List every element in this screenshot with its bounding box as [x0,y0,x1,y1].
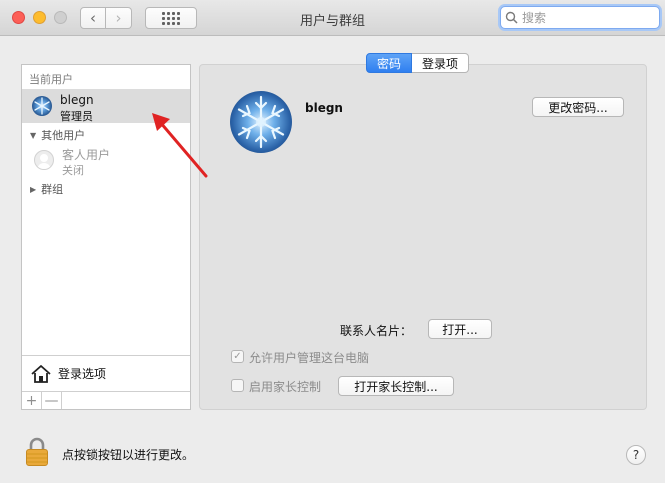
guest-user-name[interactable]: 客人用户 [62,146,110,163]
disclosure-down-icon: ▼ [30,130,37,140]
current-users-header: 当前用户 [29,73,73,86]
help-button[interactable]: ? [626,445,646,465]
add-remove-bar: + — [22,391,190,409]
user-full-name: blegn [305,101,343,115]
add-user-button[interactable]: + [22,392,42,409]
guest-avatar-icon [34,150,54,170]
login-options-item[interactable]: 登录选项 [22,355,190,391]
allow-admin-label: 允许用户管理这台电脑 [249,351,370,365]
search-field[interactable] [500,6,660,29]
current-user-role: 管理员 [60,110,93,123]
lock-instruction-text: 点按锁按钮以进行更改。 [62,448,195,462]
guest-user-status: 关闭 [62,164,84,177]
groups-header[interactable]: ▶ 群组 [30,181,63,197]
change-password-button[interactable]: 更改密码... [532,97,624,117]
tab-bar: 密码 登录项 [366,53,470,73]
login-options-label: 登录选项 [58,367,107,381]
user-picture-icon[interactable] [230,91,292,153]
title-bar: ‹ › 用户与群组 [0,0,665,36]
disclosure-right-icon: ▶ [30,184,37,194]
snowflake-avatar-icon [32,96,52,116]
lock-icon[interactable] [25,437,49,467]
allow-admin-checkbox[interactable]: ✓ [231,350,244,363]
open-contact-button[interactable]: 打开... [428,319,492,339]
open-parental-controls-button[interactable]: 打开家长控制... [338,376,454,396]
search-icon [505,11,518,24]
current-user-name: blegn [60,93,94,107]
contact-card-label: 联系人名片： [340,324,413,338]
tab-password[interactable]: 密码 [366,53,413,73]
remove-user-button[interactable]: — [42,392,62,409]
parental-controls-label: 启用家长控制 [249,380,322,394]
other-users-header[interactable]: ▼ 其他用户 [30,127,85,143]
parental-controls-checkbox[interactable] [231,379,244,392]
search-input[interactable] [522,10,652,25]
users-groups-window: ‹ › 用户与群组 当前用户 [0,0,665,483]
tab-login-items[interactable]: 登录项 [412,53,470,73]
other-users-label: 其他用户 [41,129,86,142]
annotation-arrow-icon [152,113,208,178]
groups-label: 群组 [41,183,64,196]
house-icon [31,364,51,383]
